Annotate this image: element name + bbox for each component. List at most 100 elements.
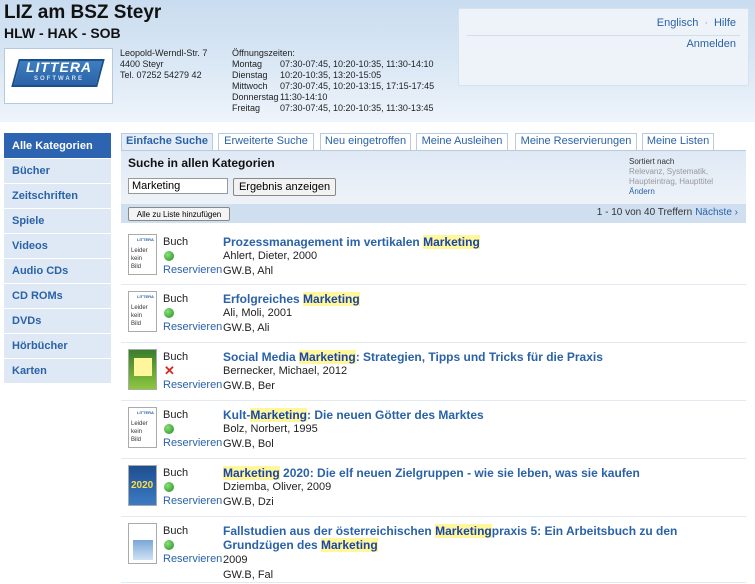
result-signature: GW.B, Ali bbox=[223, 322, 270, 334]
no-image-thumbnail[interactable]: LITTERA Leider kein Bild bbox=[128, 291, 157, 332]
thumbnail-text: Leider bbox=[131, 421, 148, 427]
result-signature: GW.B, Fal bbox=[223, 569, 274, 581]
result-author-year: Bolz, Norbert, 1995 bbox=[223, 423, 318, 435]
tab-my-reservations[interactable]: Meine Reservierungen bbox=[515, 133, 637, 150]
hours-row: Montag 07:30-07:45, 10:20-10:35, 11:30-14… bbox=[232, 59, 434, 70]
available-status-icon bbox=[164, 482, 174, 492]
hours-day: Donnerstag bbox=[232, 92, 279, 102]
hours-time: 07:30-07:45, 10:20-10:35, 11:30-13:45 bbox=[280, 103, 434, 113]
result-signature: GW.B, Dzi bbox=[223, 496, 274, 508]
hours-row: Freitag 07:30-07:45, 10:20-10:35, 11:30-1… bbox=[232, 103, 434, 114]
hours-row: Donnerstag 11:30-14:10 bbox=[232, 92, 434, 103]
available-status-icon bbox=[164, 540, 174, 550]
sidebar-item-dvds[interactable]: DVDs bbox=[4, 309, 111, 334]
search-input[interactable] bbox=[128, 178, 228, 194]
sidebar-item-magazines[interactable]: Zeitschriften bbox=[4, 184, 111, 209]
sidebar-item-audiobooks[interactable]: Hörbücher bbox=[4, 334, 111, 359]
result-range: 1 - 10 von 40 Treffern bbox=[596, 207, 693, 218]
hours-day: Mittwoch bbox=[232, 81, 268, 91]
link-separator: · bbox=[704, 17, 708, 29]
reserve-link[interactable]: Reservieren bbox=[163, 264, 222, 276]
reserve-link[interactable]: Reservieren bbox=[163, 495, 222, 507]
media-type: Buch bbox=[163, 351, 189, 363]
search-term-highlight: Marketing bbox=[321, 538, 378, 552]
sort-change-link[interactable]: Ändern bbox=[629, 187, 719, 197]
result-title-link[interactable]: Social Media Marketing: Strategien, Tipp… bbox=[223, 350, 743, 364]
sidebar-item-games[interactable]: Spiele bbox=[4, 209, 111, 234]
english-link[interactable]: Englisch bbox=[657, 17, 699, 29]
sort-info: Sortiert nach Relevanz, Systematik, Haup… bbox=[629, 157, 719, 197]
result-title-link[interactable]: Kult-Marketing: Die neuen Götter des Mar… bbox=[223, 408, 743, 422]
library-title: LIZ am BSZ Steyr bbox=[4, 2, 162, 23]
cover-text: 2020 bbox=[131, 480, 154, 491]
tab-advanced-search[interactable]: Erweiterte Suche bbox=[218, 133, 314, 150]
sidebar-item-cd-roms[interactable]: CD ROMs bbox=[4, 284, 111, 309]
account-box: Englisch · Hilfe Anmelden bbox=[458, 8, 749, 86]
account-divider bbox=[467, 35, 740, 36]
book-cover-thumbnail[interactable]: 2020 bbox=[128, 465, 157, 506]
result-row: LITTERA Leider kein Bild Buch Reservieren Proz… bbox=[121, 228, 746, 285]
thumbnail-text: Bild bbox=[131, 321, 142, 327]
hours-time: 11:30-14:10 bbox=[280, 92, 328, 102]
hours-time: 10:20-10:35, 13:20-15:05 bbox=[280, 70, 382, 80]
unavailable-status-icon: ✕ bbox=[164, 363, 175, 378]
result-row: 2020 Buch Reservieren Marketing 2020: Die e… bbox=[121, 459, 746, 517]
hours-time: 07:30-07:45, 10:20-13:15, 17:15-17:45 bbox=[280, 81, 435, 91]
result-title-link[interactable]: Marketing 2020: Die elf neuen Zielgruppe… bbox=[223, 466, 743, 480]
result-title-link[interactable]: Erfolgreiches Marketing bbox=[223, 292, 743, 306]
result-author-year: Bernecker, Michael, 2012 bbox=[223, 365, 348, 377]
library-address: Leopold-Werndl-Str. 7 4400 Steyr Tel. 07… bbox=[120, 48, 207, 81]
reserve-link[interactable]: Reservieren bbox=[163, 379, 222, 391]
sidebar-item-maps[interactable]: Karten bbox=[4, 359, 111, 384]
show-results-button[interactable]: Ergebnis anzeigen bbox=[233, 178, 336, 196]
thumbnail-text: Leider bbox=[131, 305, 148, 311]
search-term-highlight: Marketing bbox=[423, 235, 480, 249]
result-row: Buch Reservieren Fallstudien aus der öster… bbox=[121, 517, 746, 583]
result-title-link[interactable]: Fallstudien aus der österreichischen Mar… bbox=[223, 524, 743, 552]
littera-logo[interactable]: LITTERA SOFTWARE bbox=[4, 48, 113, 104]
available-status-icon bbox=[164, 308, 174, 318]
hours-row: Dienstag 10:20-10:35, 13:20-15:05 bbox=[232, 70, 434, 81]
next-page-link[interactable]: Nächste › bbox=[695, 207, 738, 218]
result-signature: GW.B, Ahl bbox=[223, 265, 274, 277]
sort-options: Relevanz, Systematik, Haupteintrag, Haup… bbox=[629, 167, 714, 186]
search-term-highlight: Marketing bbox=[303, 292, 360, 306]
search-term-highlight: Marketing bbox=[435, 524, 492, 538]
help-link[interactable]: Hilfe bbox=[714, 17, 736, 29]
address-street: Leopold-Werndl-Str. 7 bbox=[120, 48, 208, 58]
media-type: Buch bbox=[163, 236, 189, 248]
tab-new-arrivals[interactable]: Neu eingetroffen bbox=[320, 133, 411, 150]
thumbnail-text: Bild bbox=[131, 437, 142, 443]
sidebar-item-books[interactable]: Bücher bbox=[4, 159, 111, 184]
page-header: LIZ am BSZ Steyr HLW - HAK - SOB LITTERA… bbox=[0, 0, 755, 122]
opening-hours: Öffnungszeiten: Montag 07:30-07:45, 10:20… bbox=[232, 48, 434, 114]
cover-graphic bbox=[134, 358, 152, 376]
reserve-link[interactable]: Reservieren bbox=[163, 553, 222, 565]
no-image-thumbnail[interactable]: LITTERA Leider kein Bild bbox=[128, 234, 157, 275]
cover-graphic bbox=[133, 540, 153, 560]
tab-my-lists[interactable]: Meine Listen bbox=[642, 133, 714, 150]
available-status-icon bbox=[164, 424, 174, 434]
sort-label: Sortiert nach bbox=[629, 157, 675, 166]
paging-info: 1 - 10 von 40 Treffern Nächste › bbox=[597, 207, 738, 218]
no-image-thumbnail[interactable]: LITTERA Leider kein Bild bbox=[128, 407, 157, 448]
title-text: Social Media bbox=[223, 350, 300, 364]
tab-simple-search[interactable]: Einfache Suche bbox=[121, 133, 213, 151]
logo-text: LITTERA bbox=[25, 59, 93, 75]
thumbnail-brand: LITTERA bbox=[137, 294, 154, 299]
hours-row: Mittwoch 07:30-07:45, 10:20-13:15, 17:15-… bbox=[232, 81, 434, 92]
reserve-link[interactable]: Reservieren bbox=[163, 437, 222, 449]
reserve-link[interactable]: Reservieren bbox=[163, 321, 222, 333]
login-link[interactable]: Anmelden bbox=[686, 38, 736, 50]
add-all-to-list-button[interactable]: Alle zu Liste hinzufügen bbox=[128, 207, 230, 221]
sidebar-item-all-categories[interactable]: Alle Kategorien bbox=[4, 133, 111, 159]
sidebar-item-audio-cds[interactable]: Audio CDs bbox=[4, 259, 111, 284]
result-title-link[interactable]: Prozessmanagement im vertikalen Marketin… bbox=[223, 235, 743, 249]
tab-my-loans[interactable]: Meine Ausleihen bbox=[416, 133, 508, 150]
title-text: : Strategien, Tipps und Tricks für die P… bbox=[355, 350, 603, 364]
result-author-year: 2009 bbox=[223, 554, 248, 566]
book-cover-thumbnail[interactable] bbox=[128, 349, 157, 390]
sidebar-item-videos[interactable]: Videos bbox=[4, 234, 111, 259]
opening-hours-title: Öffnungszeiten: bbox=[232, 48, 295, 58]
book-cover-thumbnail[interactable] bbox=[128, 523, 157, 564]
